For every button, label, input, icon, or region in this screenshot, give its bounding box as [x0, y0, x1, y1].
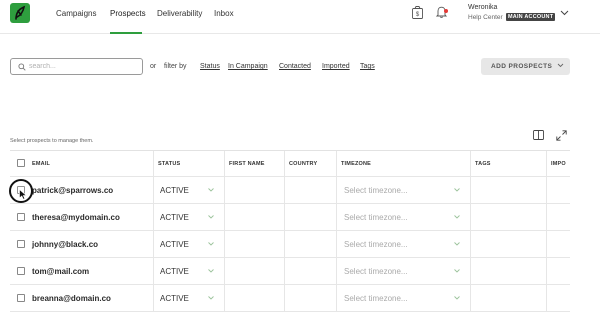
credits-icon[interactable]: $ — [412, 6, 423, 19]
status-select[interactable]: ACTIVE — [160, 240, 189, 249]
chevron-down-icon — [454, 215, 460, 219]
filter-in-campaign-link[interactable]: In Campaign — [228, 63, 268, 70]
search-icon — [18, 63, 26, 71]
status-select[interactable]: ACTIVE — [160, 294, 189, 303]
prospect-email[interactable]: breanna@domain.co — [32, 294, 111, 303]
mouse-cursor-icon — [19, 189, 27, 200]
chevron-down-icon — [454, 269, 460, 273]
search-box[interactable] — [10, 58, 143, 75]
chevron-down-icon — [454, 188, 460, 192]
timezone-select[interactable]: Select timezone... — [344, 213, 408, 222]
filter-by-label: filter by — [164, 63, 187, 70]
filter-imported-link[interactable]: Imported — [322, 63, 350, 70]
table-header-row: EMAIL STATUS FIRST NAME COUNTRY TIMEZONE… — [10, 151, 570, 177]
filter-contacted-link[interactable]: Contacted — [279, 63, 311, 70]
active-tab-indicator — [110, 32, 142, 34]
split-view-icon[interactable] — [533, 130, 544, 140]
selection-hint: Select prospects to manage them. — [10, 138, 94, 144]
chevron-down-icon — [208, 188, 214, 192]
nav-campaigns[interactable]: Campaigns — [56, 9, 96, 18]
add-prospects-button[interactable]: ADD PROSPECTS — [481, 58, 570, 75]
timezone-select[interactable]: Select timezone... — [344, 240, 408, 249]
timezone-select[interactable]: Select timezone... — [344, 186, 408, 195]
prospect-email[interactable]: theresa@mydomain.co — [32, 213, 120, 222]
chevron-down-icon — [208, 269, 214, 273]
filter-status-link[interactable]: Status — [200, 63, 220, 70]
prospect-email[interactable]: johnny@black.co — [32, 240, 98, 249]
account-badge: MAIN ACCOUNT — [506, 13, 556, 21]
prospects-table: EMAIL STATUS FIRST NAME COUNTRY TIMEZONE… — [10, 150, 570, 312]
account-menu-chevron-icon[interactable] — [560, 10, 569, 16]
column-header-first-name[interactable]: FIRST NAME — [229, 161, 265, 167]
nav-inbox[interactable]: Inbox — [214, 9, 234, 18]
prospect-email[interactable]: patrick@sparrows.co — [32, 186, 113, 195]
row-checkbox[interactable] — [17, 213, 25, 221]
chevron-down-icon — [208, 215, 214, 219]
chevron-down-icon — [454, 296, 460, 300]
nav-deliverability[interactable]: Deliverability — [157, 9, 202, 18]
status-select[interactable]: ACTIVE — [160, 267, 189, 276]
notification-dot — [444, 9, 448, 13]
svg-text:$: $ — [416, 12, 420, 18]
timezone-select[interactable]: Select timezone... — [344, 267, 408, 276]
column-header-imported[interactable]: IMPO — [551, 161, 566, 167]
timezone-select[interactable]: Select timezone... — [344, 294, 408, 303]
top-nav-bar: Campaigns Prospects Deliverability Inbox… — [0, 0, 600, 34]
chevron-down-icon — [454, 242, 460, 246]
search-input[interactable] — [29, 60, 139, 73]
column-header-country[interactable]: COUNTRY — [289, 161, 317, 167]
column-header-timezone[interactable]: TIMEZONE — [341, 161, 371, 167]
user-name[interactable]: Weronika — [468, 4, 497, 11]
row-checkbox[interactable] — [17, 294, 25, 302]
chevron-down-icon — [557, 63, 564, 68]
leaf-logo-icon — [15, 5, 26, 20]
status-select[interactable]: ACTIVE — [160, 213, 189, 222]
table-row[interactable]: breanna@domain.co ACTIVE Select timezone… — [10, 285, 570, 312]
filter-tags-link[interactable]: Tags — [360, 63, 375, 70]
prospect-email[interactable]: tom@mail.com — [32, 267, 89, 276]
user-org: Help Center — [468, 14, 503, 21]
app-logo[interactable] — [10, 3, 30, 23]
add-prospects-label: ADD PROSPECTS — [491, 63, 553, 70]
or-label: or — [150, 63, 157, 70]
column-header-tags[interactable]: TAGS — [475, 161, 491, 167]
table-row[interactable]: johnny@black.co ACTIVE Select timezone..… — [10, 231, 570, 258]
select-all-checkbox[interactable] — [17, 159, 25, 167]
chevron-down-icon — [208, 242, 214, 246]
table-row[interactable]: theresa@mydomain.co ACTIVE Select timezo… — [10, 204, 570, 231]
table-row[interactable]: tom@mail.com ACTIVE Select timezone... — [10, 258, 570, 285]
table-row[interactable]: patrick@sparrows.co ACTIVE Select timezo… — [10, 177, 570, 204]
column-header-status[interactable]: STATUS — [158, 161, 180, 167]
chevron-down-icon — [208, 296, 214, 300]
row-checkbox[interactable] — [17, 267, 25, 275]
nav-prospects[interactable]: Prospects — [110, 9, 146, 18]
status-select[interactable]: ACTIVE — [160, 186, 189, 195]
expand-icon[interactable] — [556, 130, 567, 141]
column-header-email[interactable]: EMAIL — [32, 161, 50, 167]
row-checkbox[interactable] — [17, 240, 25, 248]
